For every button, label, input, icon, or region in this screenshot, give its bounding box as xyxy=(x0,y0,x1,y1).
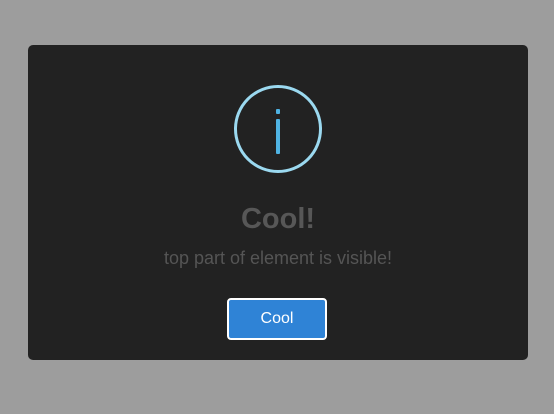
info-icon-stem xyxy=(276,119,280,154)
modal-backdrop: Cool! top part of element is visible! Co… xyxy=(0,0,554,414)
dialog-title: Cool! xyxy=(240,203,316,235)
dialog-message: top part of element is visible! xyxy=(163,248,393,268)
info-icon xyxy=(234,85,322,173)
info-icon-dot xyxy=(276,109,280,114)
alert-dialog: Cool! top part of element is visible! Co… xyxy=(28,45,528,360)
confirm-button[interactable]: Cool xyxy=(227,298,327,340)
